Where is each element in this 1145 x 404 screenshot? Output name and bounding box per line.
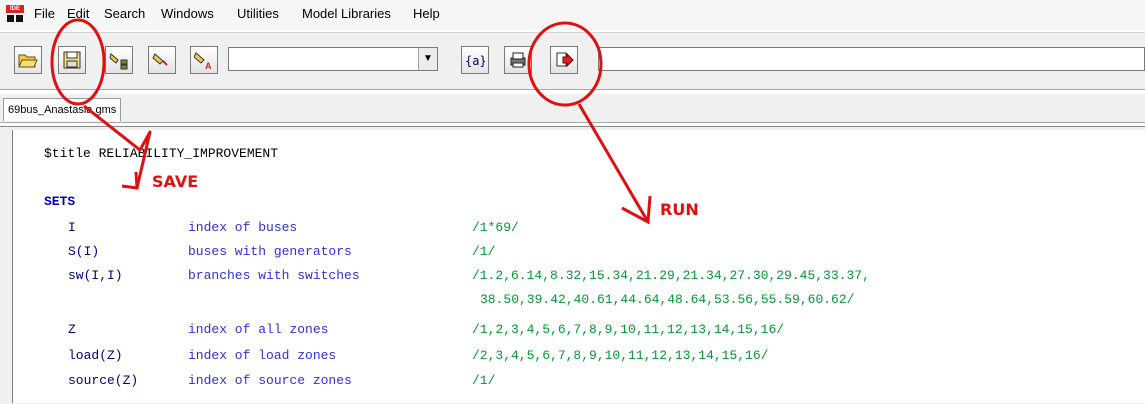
save-arrow <box>83 104 152 189</box>
run-highlight-ellipse <box>527 21 603 107</box>
save-arrowhead <box>121 171 139 190</box>
save-annotation: SAVE <box>152 172 199 191</box>
run-arrow <box>577 103 650 223</box>
save-highlight-ellipse <box>50 18 106 106</box>
run-annotation: RUN <box>660 200 699 219</box>
annotation-overlay <box>50 18 652 225</box>
